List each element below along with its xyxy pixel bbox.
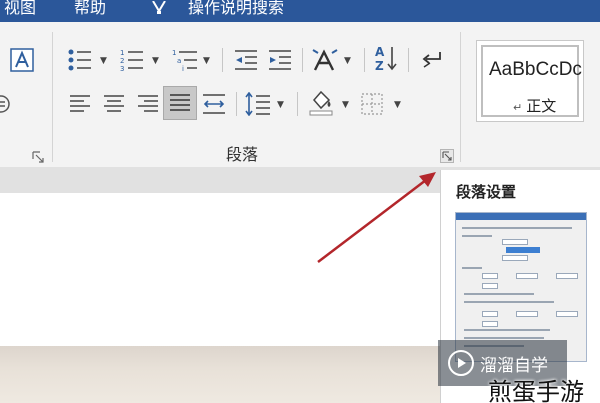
play-icon	[448, 350, 474, 376]
watermark-site-text: 煎蛋手游	[488, 378, 584, 403]
